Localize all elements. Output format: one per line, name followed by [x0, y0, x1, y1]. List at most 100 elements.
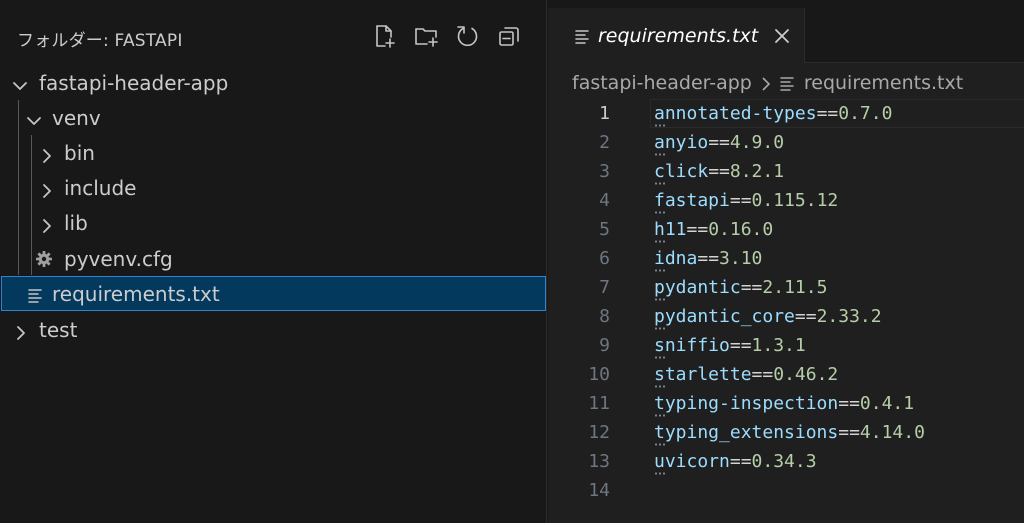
code-line[interactable]: 3 click==8.2.1 [548, 157, 1024, 186]
refresh-button[interactable] [452, 24, 482, 52]
tree-folder-bin[interactable]: bin [0, 135, 546, 170]
line-number: 9 [599, 335, 610, 356]
code-line[interactable]: 6 idna==3.10 [548, 244, 1024, 273]
package-name: click [654, 161, 709, 182]
version-number: 3.10 [719, 248, 763, 269]
line-number: 3 [599, 161, 610, 182]
version-operator: == [838, 422, 860, 443]
version-operator: == [697, 248, 720, 269]
explorer-title: フォルダー: FASTAPI [17, 31, 183, 51]
tree-label: include [64, 175, 137, 200]
version-operator: == [729, 190, 752, 211]
new-folder-icon [413, 23, 439, 54]
package-name: fastapi [654, 190, 730, 211]
line-content: uvicorn==0.34.3 [654, 451, 817, 472]
code-line[interactable]: 10 starlette==0.46.2 [548, 360, 1024, 389]
line-number: 14 [588, 480, 610, 501]
version-operator: == [740, 277, 763, 298]
line-content: typing_extensions==4.14.0 [654, 422, 925, 443]
version-number: 4.14.0 [859, 422, 925, 443]
version-number: 4.9.0 [729, 132, 785, 153]
package-name: starlette [654, 364, 752, 385]
tab-label: requirements.txt [598, 25, 759, 47]
version-operator: == [708, 161, 730, 182]
tree-folder-lib[interactable]: lib [0, 205, 546, 240]
tab-requirements-txt[interactable]: requirements.txt [548, 8, 805, 63]
code-line[interactable]: 12 typing_extensions==4.14.0 [548, 418, 1024, 447]
package-name: typing-inspection [654, 393, 839, 414]
code-line[interactable]: 8 pydantic_core==2.33.2 [548, 302, 1024, 331]
version-number: 2.33.2 [816, 306, 882, 327]
code-line[interactable]: 2 anyio==4.9.0 [548, 128, 1024, 157]
collapse-all-icon [496, 23, 522, 54]
chevron-right-icon [39, 145, 55, 163]
code-line[interactable]: 11 typing-inspection==0.4.1 [548, 389, 1024, 418]
version-operator: == [794, 306, 817, 327]
line-number: 4 [599, 190, 610, 211]
tree-file-pyvenv-cfg[interactable]: pyvenv.cfg [0, 241, 546, 276]
code-line[interactable]: 5 h11==0.16.0 [548, 215, 1024, 244]
version-operator: == [686, 219, 709, 240]
tree-label: test [39, 317, 78, 342]
package-name: sniffio [654, 335, 730, 356]
tree-folder-include[interactable]: include [0, 170, 546, 205]
tree-label: fastapi-header-app [39, 70, 229, 95]
version-number: 0.115.12 [751, 190, 839, 211]
version-operator: == [729, 451, 752, 472]
version-number: 0.46.2 [773, 364, 839, 385]
line-content: sniffio==1.3.1 [654, 335, 806, 356]
breadcrumb-folder[interactable]: fastapi-header-app [572, 72, 752, 94]
line-number: 5 [599, 219, 610, 240]
code-line[interactable]: 14 [548, 476, 1024, 505]
gear-icon [35, 249, 53, 267]
package-name: pydantic [654, 277, 741, 298]
line-content: h11==0.16.0 [654, 219, 773, 240]
version-number: 0.7.0 [838, 103, 893, 124]
line-number: 6 [599, 248, 610, 269]
line-number: 13 [588, 451, 610, 472]
collapse-all-button[interactable] [494, 24, 524, 52]
version-operator: == [729, 335, 752, 356]
code-line[interactable]: 7 pydantic==2.11.5 [548, 273, 1024, 302]
refresh-icon [454, 23, 480, 54]
chevron-right-icon [39, 215, 55, 233]
version-number: 0.16.0 [708, 219, 774, 240]
editor-pane: requirements.txt fastapi-header-app requ… [548, 0, 1024, 523]
tree-label: requirements.txt [52, 281, 220, 306]
code-line[interactable]: 13 uvicorn==0.34.3 [548, 447, 1024, 476]
line-number: 8 [599, 306, 610, 327]
version-operator: == [708, 132, 730, 153]
explorer-header: フォルダー: FASTAPI [0, 8, 546, 64]
code-line[interactable]: 9 sniffio==1.3.1 [548, 331, 1024, 360]
line-content: idna==3.10 [654, 248, 762, 269]
line-number: 11 [588, 393, 610, 414]
chevron-right-icon [13, 322, 29, 340]
tree-file-requirements-txt[interactable]: requirements.txt [1, 276, 546, 311]
new-folder-button[interactable] [411, 24, 441, 52]
breadcrumb-file[interactable]: requirements.txt [804, 72, 963, 94]
line-content: annotated-types==0.7.0 [654, 103, 892, 124]
package-name: anyio [654, 132, 709, 153]
line-content: fastapi==0.115.12 [654, 190, 838, 211]
code-line[interactable]: 1 annotated-types==0.7.0 [548, 99, 1024, 128]
line-content: typing-inspection==0.4.1 [654, 393, 914, 414]
version-operator: == [816, 103, 839, 124]
line-content: pydantic==2.11.5 [654, 277, 827, 298]
package-name: annotated-types [654, 103, 817, 124]
version-number: 0.34.3 [751, 451, 817, 472]
new-file-button[interactable] [369, 24, 399, 52]
code-line[interactable]: 4 fastapi==0.115.12 [548, 186, 1024, 215]
chevron-down-icon [26, 110, 42, 126]
tree-label: pyvenv.cfg [64, 246, 173, 271]
tree-folder-venv[interactable]: venv [0, 100, 546, 135]
new-file-icon [371, 23, 397, 54]
chevron-down-icon [12, 75, 28, 91]
package-name: pydantic_core [654, 306, 795, 327]
tree-folder-test[interactable]: test [0, 312, 546, 347]
version-number: 1.3.1 [751, 335, 806, 356]
package-name: typing_extensions [654, 422, 839, 443]
explorer-sidebar: フォルダー: FASTAPI fastapi-header-app venv b… [0, 0, 547, 523]
version-number: 0.4.1 [859, 393, 915, 414]
tree-folder-fastapi-header-app[interactable]: fastapi-header-app [0, 65, 546, 100]
close-icon[interactable] [772, 26, 792, 46]
